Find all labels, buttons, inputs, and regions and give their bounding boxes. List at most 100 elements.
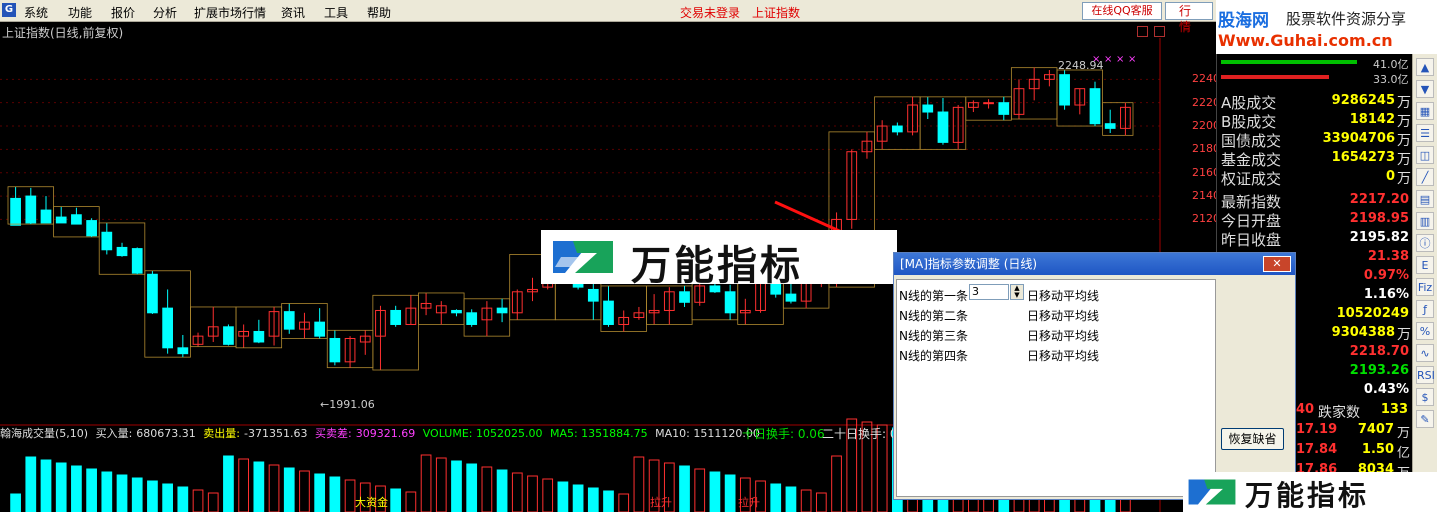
param-row: N线的第二条 日移动平均线: [899, 304, 1199, 324]
candle-body: [1059, 74, 1070, 106]
grid-icon[interactable]: ▦: [1416, 102, 1434, 120]
partial-value: 7407: [1357, 422, 1394, 437]
dialog-titlebar[interactable]: [MA]指标参数调整 (日线) ✕: [894, 253, 1295, 275]
close-icon: ✕: [1272, 257, 1282, 270]
bar-icon[interactable]: ▥: [1416, 212, 1434, 230]
volume-marker: 拉升: [650, 495, 672, 509]
candle-body: [587, 288, 599, 302]
menu-tools[interactable]: 工具: [324, 4, 348, 21]
volume-bar: [344, 479, 356, 512]
volume-marker: 拉升: [738, 495, 760, 509]
dialog-close-button[interactable]: ✕: [1263, 256, 1291, 272]
info-icon[interactable]: ⓘ: [1416, 234, 1434, 252]
brand-title: 股海网: [1218, 11, 1269, 31]
banner-text: 万能指标: [631, 243, 803, 289]
stats-icon[interactable]: %: [1416, 322, 1434, 340]
partial-left-value: 40: [1296, 402, 1315, 417]
volume-bar: [435, 457, 447, 512]
volume-stat-row: A股成交 9286245 万: [1221, 92, 1411, 112]
volume-bar: [71, 465, 82, 512]
candle-body: [922, 104, 934, 113]
qq-service-button[interactable]: 在线QQ客服: [1082, 2, 1162, 20]
volume-bar: [299, 470, 310, 512]
stat-value: 21.38: [1367, 249, 1409, 264]
menu-analysis[interactable]: 分析: [153, 4, 177, 21]
export-icon[interactable]: E: [1416, 256, 1434, 274]
candle-body: [603, 300, 614, 325]
volume-stat-row: 权证成交 0 万: [1221, 168, 1411, 188]
up-arrow-icon[interactable]: ▲: [1416, 58, 1434, 76]
volume-bar: [603, 490, 614, 512]
stat-value: 1.16%: [1363, 287, 1409, 302]
param-label: N线的第四条: [899, 349, 968, 363]
fiz-icon[interactable]: Fiz: [1416, 278, 1434, 296]
menu-news[interactable]: 资讯: [281, 4, 305, 21]
quote-button[interactable]: 行 情: [1165, 2, 1213, 34]
volume-bar: [481, 466, 493, 512]
ma5-value: MA5: 1351884.75: [549, 427, 648, 440]
fx-icon[interactable]: ƒ: [1416, 300, 1434, 318]
restore-default-button[interactable]: 恢复缺省: [1221, 428, 1284, 450]
menu-help[interactable]: 帮助: [367, 4, 391, 21]
volume-bar: [268, 464, 280, 512]
candle-body: [147, 273, 158, 314]
pencil-icon[interactable]: ✎: [1416, 410, 1434, 428]
volume-bar: [785, 486, 797, 512]
chart-icon[interactable]: ◫: [1416, 146, 1434, 164]
buy-value: 680673.31: [136, 427, 196, 440]
param-row: N线的第四条 日移动平均线: [899, 344, 1199, 364]
candle-body: [71, 214, 82, 225]
param-spinner[interactable]: ▲ ▼: [1010, 284, 1024, 300]
candle-body: [891, 125, 903, 133]
stat-unit: 万: [1397, 133, 1411, 149]
candle-body: [466, 312, 478, 325]
param-unit: 日移动平均线: [1027, 289, 1100, 303]
rsi-icon[interactable]: RSI: [1416, 366, 1435, 384]
stat-label: 国债成交: [1221, 132, 1282, 150]
app-logo-icon: G: [2, 3, 16, 17]
menu-quote[interactable]: 报价: [111, 4, 135, 21]
volume-bar: [192, 489, 204, 512]
quote-label: 行 情: [1178, 4, 1199, 34]
right-toolbar: ▲ ▼ ▦ ☰ ◫ ╱ ▤ ▥ ⓘ E Fiz ƒ% ∿ RSI $ ✎: [1412, 54, 1437, 512]
candle-body: [131, 248, 143, 274]
candle-body: [496, 307, 508, 314]
qq-service-label: 在线QQ客服: [1091, 4, 1153, 17]
table-icon[interactable]: ▤: [1416, 190, 1434, 208]
sell-strength-bar: [1221, 75, 1329, 79]
volume-bar: [587, 487, 599, 512]
stat-value: 2193.26: [1349, 363, 1409, 378]
line-icon[interactable]: ╱: [1416, 168, 1434, 186]
down-arrow-icon[interactable]: ▼: [1416, 80, 1434, 98]
partial-left-value: 17.84: [1296, 442, 1338, 457]
stat-label: A股成交: [1221, 94, 1277, 112]
index-stat-row: 今日开盘 2198.95: [1221, 210, 1411, 230]
candle-body: [10, 197, 21, 226]
menu-extended-market[interactable]: 扩展市场行情: [194, 4, 266, 21]
top-marker: ×: [1104, 54, 1112, 65]
list-icon[interactable]: ☰: [1416, 124, 1434, 142]
maximize-chart-icon[interactable]: [1154, 26, 1165, 37]
stat-value: 2198.95: [1349, 211, 1409, 226]
wave-icon[interactable]: ∿: [1416, 344, 1434, 362]
minimize-chart-icon[interactable]: [1137, 26, 1148, 37]
wanneng-banner: 万能指标: [541, 230, 897, 289]
brand-url: Www.Guhai.com.cn: [1218, 31, 1393, 50]
dollar-icon[interactable]: $: [1416, 388, 1434, 406]
menu-system[interactable]: 系统: [24, 4, 48, 21]
low-price-label: ←1991.06: [320, 398, 375, 411]
volume-bar: [496, 469, 508, 512]
stat-value: 1654273: [1331, 150, 1395, 165]
dialog-title: [MA]指标参数调整 (日线): [900, 257, 1038, 271]
param-input[interactable]: 3: [969, 284, 1009, 300]
param-row: N线的第三条 日移动平均线: [899, 324, 1199, 344]
menu-function[interactable]: 功能: [68, 4, 92, 21]
volume-bar: [405, 491, 417, 512]
volume-marker: 大资金: [355, 495, 388, 509]
volume-bar: [694, 468, 706, 512]
trade-login-status[interactable]: 交易未登录: [680, 4, 740, 21]
candle-body: [101, 231, 113, 251]
candle-body: [177, 347, 189, 355]
param-row: N线的第一条 3 ▲ ▼ 日移动平均线: [899, 284, 1199, 304]
bottom-logo-text: 万能指标: [1245, 479, 1370, 512]
